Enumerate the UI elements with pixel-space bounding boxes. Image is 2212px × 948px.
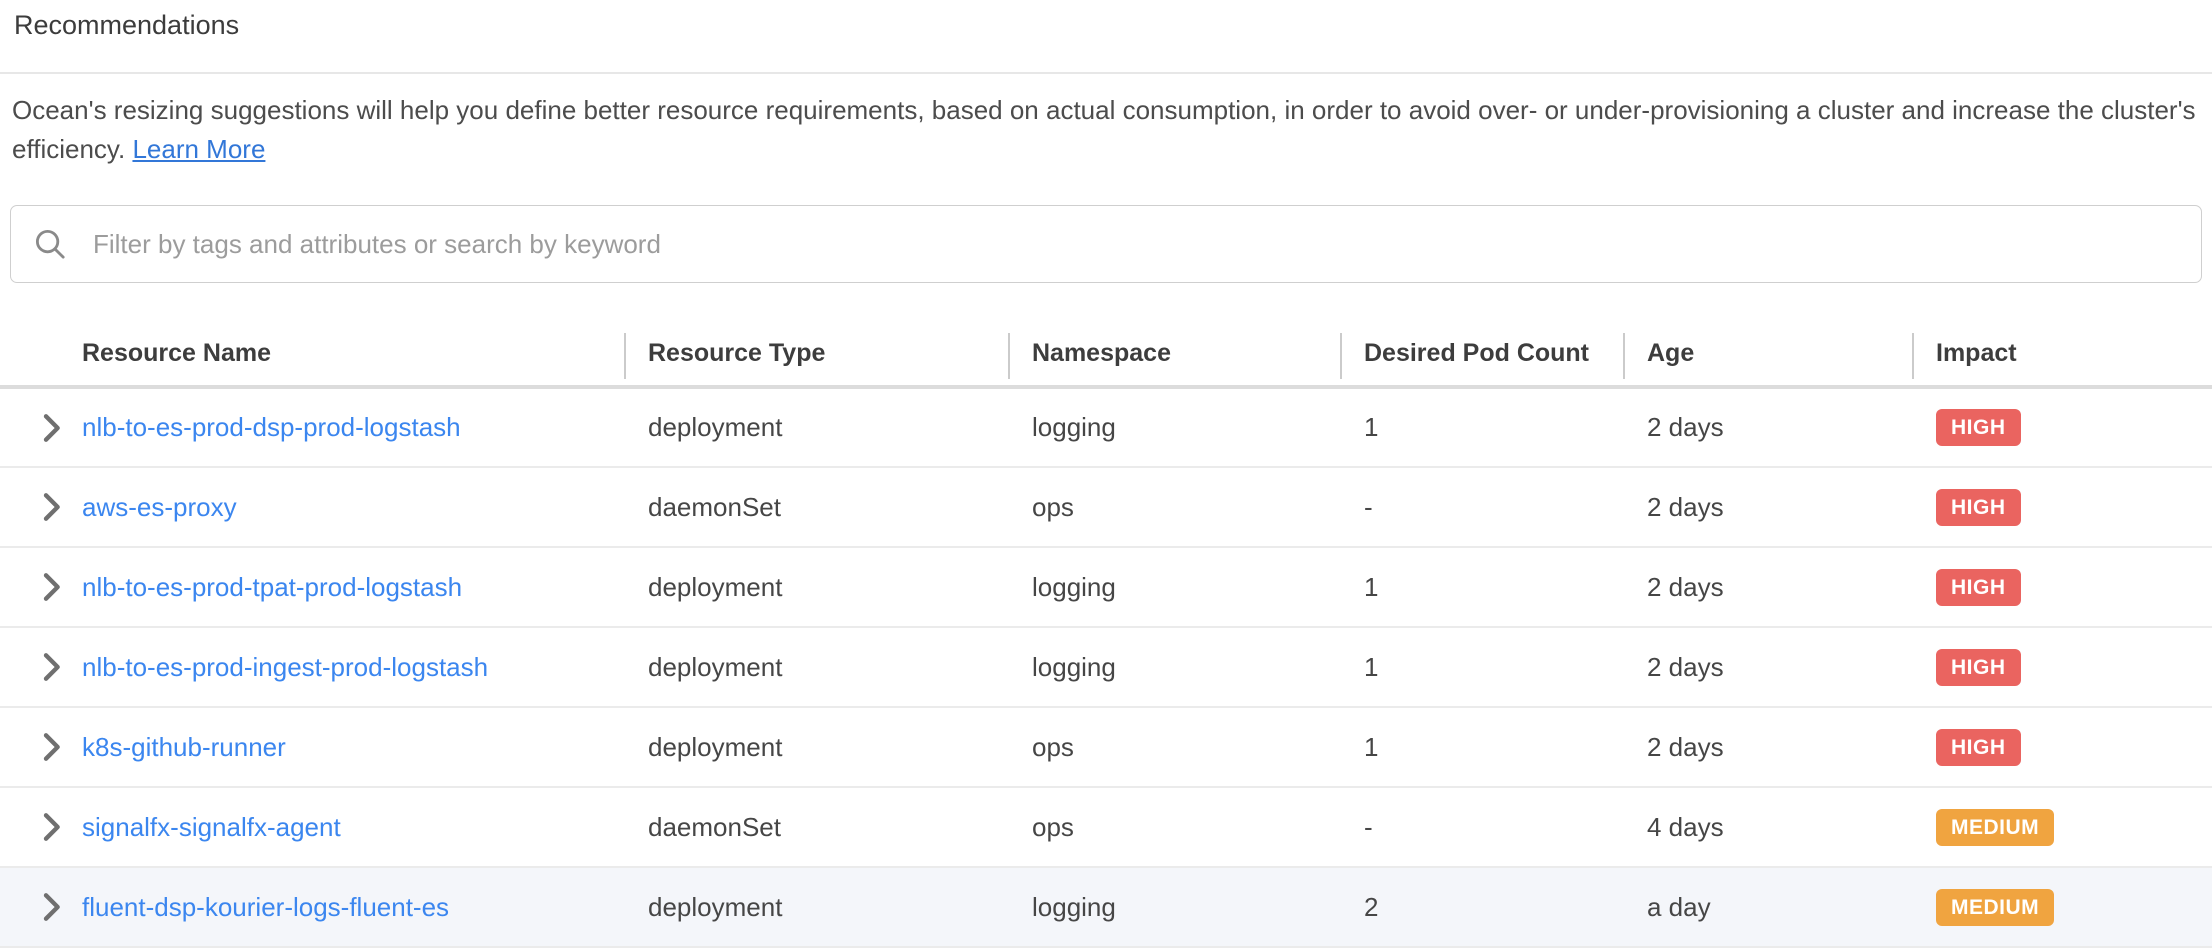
namespace-cell: logging [1008,867,1340,947]
expand-chevron-icon[interactable] [40,492,64,522]
table-row[interactable]: fluent-dsp-kourier-logs-fluent-es deploy… [0,867,2212,947]
resource-name-cell: signalfx-signalfx-agent [0,787,624,867]
resource-name-cell: nlb-to-es-prod-tpat-prod-logstash [0,547,624,627]
age-cell: a day [1623,867,1912,947]
namespace-cell: ops [1008,707,1340,787]
impact-badge: HIGH [1936,489,2021,526]
age-cell: 2 days [1623,707,1912,787]
expand-chevron-icon[interactable] [40,413,64,443]
recommendations-table: Resource Name Resource Type Namespace De… [0,321,2212,948]
pod-count-cell: 1 [1340,627,1623,707]
resource-name-link[interactable]: aws-es-proxy [82,492,237,523]
impact-cell: HIGH [1912,627,2212,707]
age-cell: 2 days [1623,467,1912,547]
resource-type-cell: deployment [624,627,1008,707]
expand-chevron-icon[interactable] [40,732,64,762]
impact-badge: HIGH [1936,409,2021,446]
impact-cell: HIGH [1912,387,2212,467]
impact-badge: MEDIUM [1936,889,2054,926]
search-input[interactable] [91,228,2179,261]
impact-cell: MEDIUM [1912,787,2212,867]
age-cell: 2 days [1623,547,1912,627]
table-row[interactable]: nlb-to-es-prod-dsp-prod-logstash deploym… [0,387,2212,467]
expand-chevron-icon[interactable] [40,652,64,682]
impact-badge: MEDIUM [1936,809,2054,846]
learn-more-link[interactable]: Learn More [132,134,265,164]
description-line2: efficiency. [12,134,125,164]
resource-name-cell: fluent-dsp-kourier-logs-fluent-es [0,867,624,947]
search-bar[interactable] [10,205,2202,283]
resource-name-link[interactable]: nlb-to-es-prod-dsp-prod-logstash [82,412,461,443]
title-divider [0,72,2212,74]
table-row[interactable]: signalfx-signalfx-agent daemonSet ops - … [0,787,2212,867]
impact-cell: MEDIUM [1912,867,2212,947]
page-title: Recommendations [0,0,2212,41]
resource-type-cell: daemonSet [624,467,1008,547]
resource-name-cell: aws-es-proxy [0,467,624,547]
impact-badge: HIGH [1936,649,2021,686]
column-header-desired-pod-count: Desired Pod Count [1340,321,1623,387]
impact-badge: HIGH [1936,569,2021,606]
resource-name-link[interactable]: nlb-to-es-prod-ingest-prod-logstash [82,652,488,683]
table-row[interactable]: nlb-to-es-prod-tpat-prod-logstash deploy… [0,547,2212,627]
table-row[interactable]: aws-es-proxy daemonSet ops - 2 days HIGH [0,467,2212,547]
resource-name-cell: k8s-github-runner [0,707,624,787]
resource-type-cell: deployment [624,707,1008,787]
impact-cell: HIGH [1912,547,2212,627]
resource-name-link[interactable]: fluent-dsp-kourier-logs-fluent-es [82,892,449,923]
column-header-namespace: Namespace [1008,321,1340,387]
recommendations-page: Recommendations Ocean's resizing suggest… [0,0,2212,940]
impact-badge: HIGH [1936,729,2021,766]
description-line1: Ocean's resizing suggestions will help y… [12,91,2198,130]
resource-name-link[interactable]: k8s-github-runner [82,732,286,763]
table-row[interactable]: k8s-github-runner deployment ops 1 2 day… [0,707,2212,787]
pod-count-cell: - [1340,467,1623,547]
search-icon [33,227,67,261]
pod-count-cell: 1 [1340,387,1623,467]
impact-cell: HIGH [1912,707,2212,787]
pod-count-cell: 1 [1340,547,1623,627]
expand-chevron-icon[interactable] [40,572,64,602]
column-header-impact: Impact [1912,321,2212,387]
age-cell: 4 days [1623,787,1912,867]
expand-chevron-icon[interactable] [40,892,64,922]
resource-type-cell: deployment [624,867,1008,947]
resource-name-cell: nlb-to-es-prod-ingest-prod-logstash [0,627,624,707]
description: Ocean's resizing suggestions will help y… [12,91,2198,169]
column-header-resource-name: Resource Name [0,321,624,387]
age-cell: 2 days [1623,387,1912,467]
namespace-cell: logging [1008,627,1340,707]
age-cell: 2 days [1623,627,1912,707]
resource-type-cell: deployment [624,547,1008,627]
namespace-cell: ops [1008,467,1340,547]
table-header: Resource Name Resource Type Namespace De… [0,321,2212,387]
namespace-cell: logging [1008,387,1340,467]
impact-cell: HIGH [1912,467,2212,547]
namespace-cell: ops [1008,787,1340,867]
column-header-age: Age [1623,321,1912,387]
expand-chevron-icon[interactable] [40,812,64,842]
resource-type-cell: deployment [624,387,1008,467]
resource-type-cell: daemonSet [624,787,1008,867]
pod-count-cell: - [1340,787,1623,867]
resource-name-link[interactable]: nlb-to-es-prod-tpat-prod-logstash [82,572,462,603]
resource-name-cell: nlb-to-es-prod-dsp-prod-logstash [0,387,624,467]
column-header-resource-type: Resource Type [624,321,1008,387]
namespace-cell: logging [1008,547,1340,627]
resource-name-link[interactable]: signalfx-signalfx-agent [82,812,341,843]
pod-count-cell: 1 [1340,707,1623,787]
pod-count-cell: 2 [1340,867,1623,947]
table-row[interactable]: nlb-to-es-prod-ingest-prod-logstash depl… [0,627,2212,707]
